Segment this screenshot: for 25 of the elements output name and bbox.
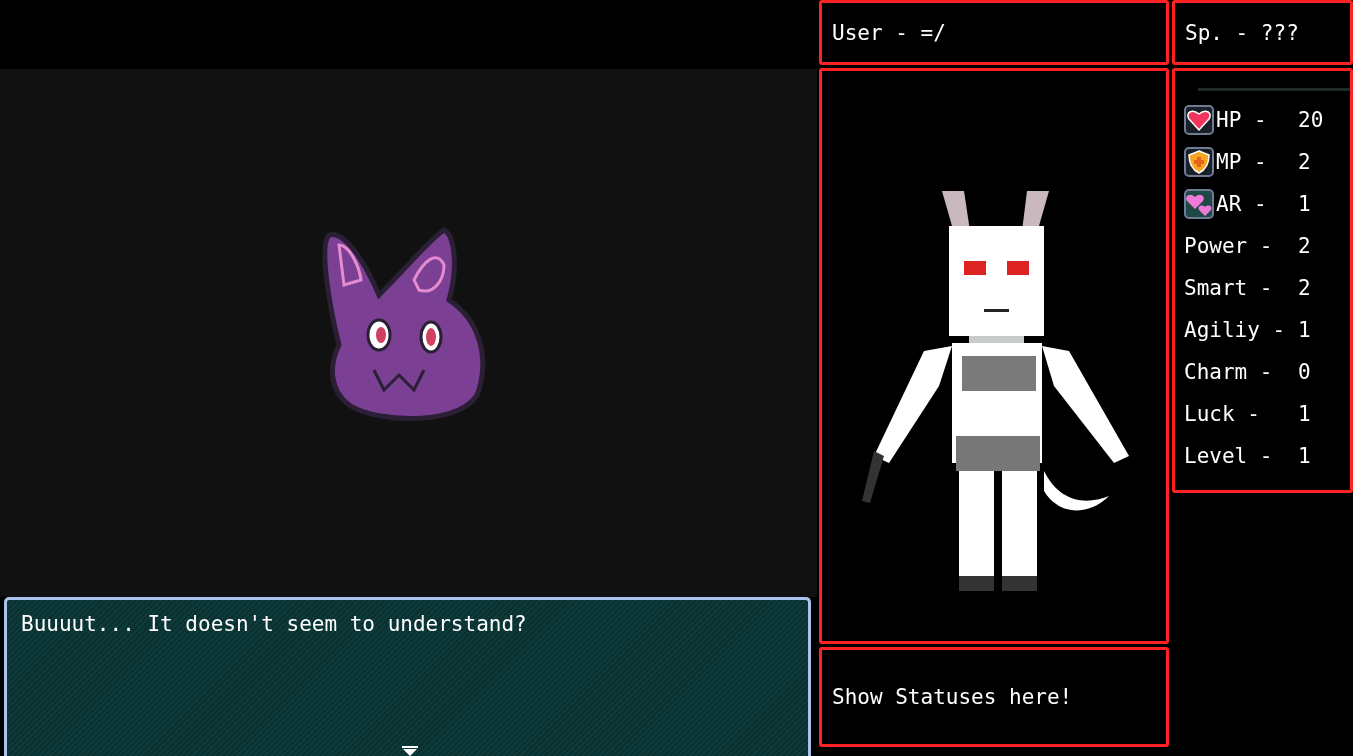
- stat-label: MP -: [1216, 150, 1267, 174]
- stat-label: Level -: [1184, 444, 1273, 468]
- dialog-message: Buuuut... It doesn't seem to understand?: [21, 612, 527, 636]
- stat-label: Charm -: [1184, 360, 1273, 384]
- stat-value: 2: [1298, 276, 1311, 300]
- hearts-icon: [1184, 189, 1214, 219]
- stat-label: Luck -: [1184, 402, 1260, 426]
- stat-value: 2: [1298, 150, 1311, 174]
- stat-value: 1: [1298, 192, 1311, 216]
- stat-label: Smart -: [1184, 276, 1273, 300]
- status-text: Show Statuses here!: [832, 685, 1073, 709]
- stat-label: HP -: [1216, 108, 1267, 132]
- stat-value: 20: [1298, 108, 1324, 132]
- stat-value: 1: [1298, 402, 1311, 426]
- stat-label: Power -: [1184, 234, 1273, 258]
- species-label: Sp. - ???: [1185, 20, 1299, 45]
- shield-icon: [1184, 147, 1214, 177]
- stat-value: 1: [1298, 318, 1311, 342]
- user-name: User - =/: [832, 20, 946, 45]
- stat-label: AR -: [1216, 192, 1267, 216]
- stat-value: 2: [1298, 234, 1311, 258]
- stat-value: 1: [1298, 444, 1311, 468]
- stat-label: Agiliy -: [1184, 318, 1286, 342]
- continue-arrow-icon: [402, 746, 418, 756]
- stat-value: 0: [1298, 360, 1311, 384]
